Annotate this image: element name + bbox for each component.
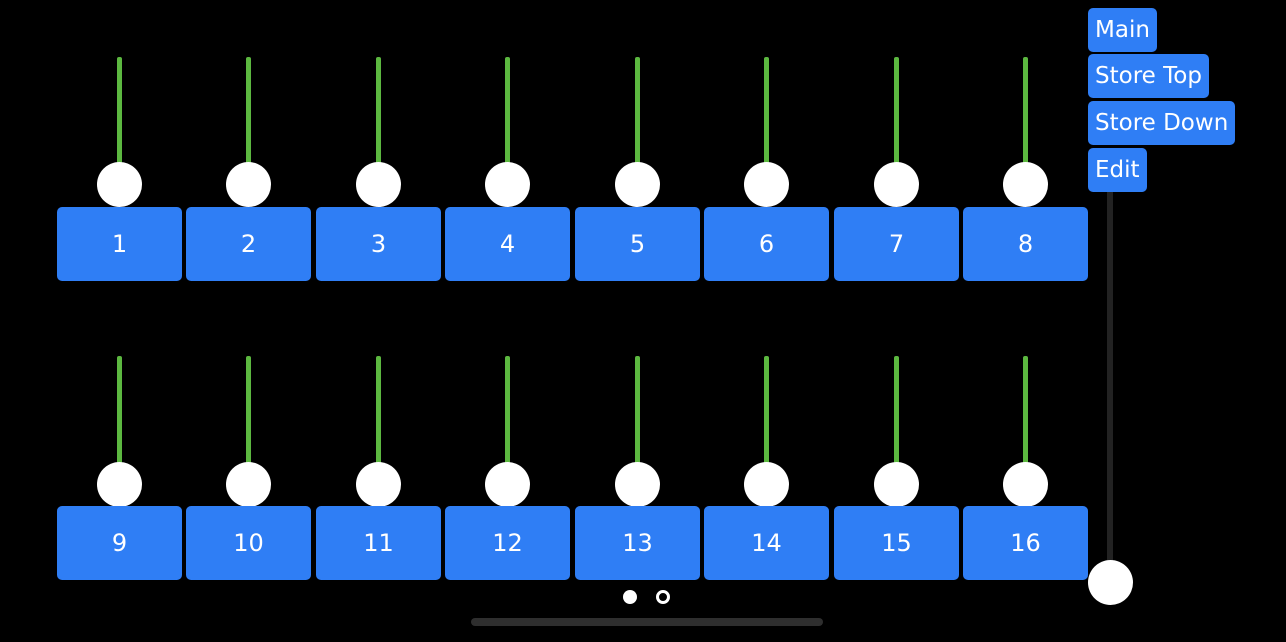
fader-knob-16[interactable] — [1003, 462, 1048, 507]
master-slider-knob[interactable] — [1088, 560, 1133, 605]
fader-knob-9[interactable] — [97, 462, 142, 507]
edit-button[interactable]: Edit — [1088, 148, 1147, 192]
fader-knob-12[interactable] — [485, 462, 530, 507]
page-indicator-2[interactable] — [656, 590, 670, 604]
fader-knob-8[interactable] — [1003, 162, 1048, 207]
channel-button-13[interactable]: 13 — [575, 506, 700, 580]
fader-knob-11[interactable] — [356, 462, 401, 507]
home-indicator[interactable] — [471, 618, 823, 626]
channel-button-6[interactable]: 6 — [704, 207, 829, 281]
fader-knob-5[interactable] — [615, 162, 660, 207]
channel-button-2[interactable]: 2 — [186, 207, 311, 281]
fader-knob-14[interactable] — [744, 462, 789, 507]
channel-button-4[interactable]: 4 — [445, 207, 570, 281]
fader-knob-6[interactable] — [744, 162, 789, 207]
fader-knob-1[interactable] — [97, 162, 142, 207]
fader-knob-13[interactable] — [615, 462, 660, 507]
fader-knob-15[interactable] — [874, 462, 919, 507]
page-indicator-1[interactable] — [623, 590, 637, 604]
master-slider-track[interactable] — [1107, 192, 1113, 582]
main-button[interactable]: Main — [1088, 8, 1157, 52]
fader-knob-3[interactable] — [356, 162, 401, 207]
store-down-button[interactable]: Store Down — [1088, 101, 1236, 145]
fader-knob-7[interactable] — [874, 162, 919, 207]
channel-button-12[interactable]: 12 — [445, 506, 570, 580]
fader-knob-2[interactable] — [226, 162, 271, 207]
channel-button-14[interactable]: 14 — [704, 506, 829, 580]
channel-button-9[interactable]: 9 — [57, 506, 182, 580]
channel-button-7[interactable]: 7 — [834, 207, 959, 281]
channel-button-5[interactable]: 5 — [575, 207, 700, 281]
store-top-button[interactable]: Store Top — [1088, 54, 1209, 98]
channel-button-3[interactable]: 3 — [316, 207, 441, 281]
channel-button-10[interactable]: 10 — [186, 506, 311, 580]
channel-button-15[interactable]: 15 — [834, 506, 959, 580]
fader-knob-4[interactable] — [485, 162, 530, 207]
fader-knob-10[interactable] — [226, 462, 271, 507]
channel-button-8[interactable]: 8 — [963, 207, 1088, 281]
channel-button-11[interactable]: 11 — [316, 506, 441, 580]
channel-button-16[interactable]: 16 — [963, 506, 1088, 580]
channel-button-1[interactable]: 1 — [57, 207, 182, 281]
